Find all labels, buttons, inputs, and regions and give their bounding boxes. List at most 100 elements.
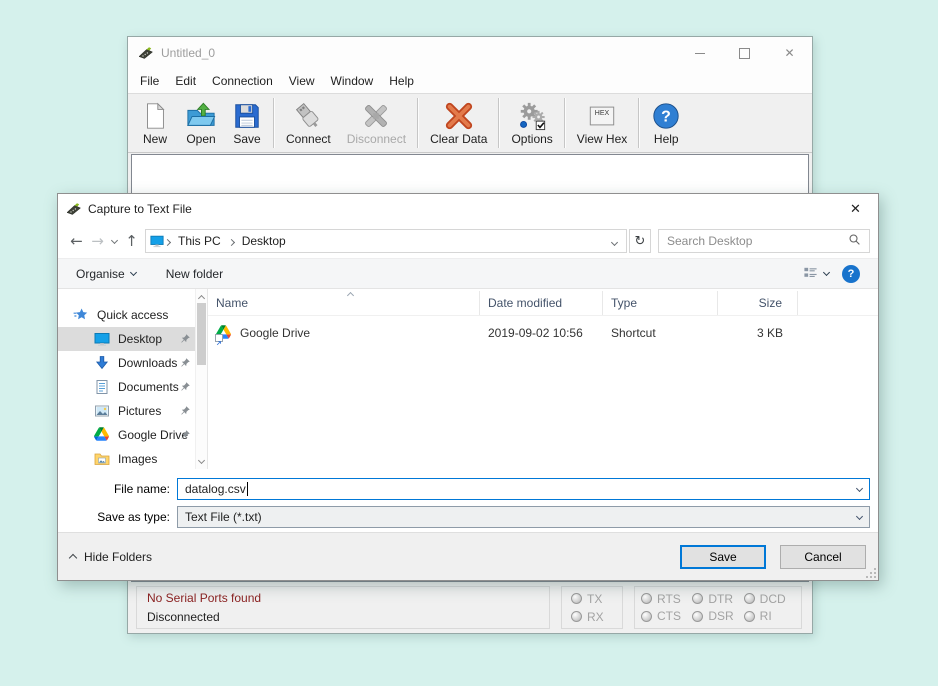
toolbar-separator (498, 98, 500, 148)
images-folder-icon (94, 451, 110, 467)
cts-indicator: CTS (641, 609, 692, 623)
button-label: Help (654, 132, 679, 146)
txrx-indicator-box: TX RX (561, 586, 623, 629)
file-row-google-drive[interactable]: Google Drive 2019-09-02 10:56 Shortcut 3… (208, 321, 878, 345)
open-button[interactable]: Open (178, 95, 224, 151)
button-label: View Hex (577, 132, 627, 146)
save-button[interactable]: Save (224, 95, 270, 151)
sidebar-item-images[interactable]: Images (58, 447, 195, 471)
breadcrumb-desktop[interactable]: Desktop (235, 230, 293, 252)
chevron-down-icon[interactable] (856, 484, 863, 491)
search-icon (848, 233, 861, 249)
save-as-type-value: Text File (*.txt) (185, 510, 262, 524)
menu-help[interactable]: Help (381, 69, 422, 93)
dialog-help-button[interactable]: ? (842, 265, 860, 283)
scrollbar-thumb[interactable] (197, 303, 206, 365)
recent-locations-dropdown[interactable] (108, 240, 121, 243)
sidebar-item-downloads[interactable]: Downloads (58, 351, 195, 375)
resize-grip[interactable] (866, 568, 876, 578)
save-as-type-select[interactable]: Text File (*.txt) (177, 506, 870, 528)
chevron-down-icon[interactable] (856, 512, 863, 519)
menu-view[interactable]: View (281, 69, 323, 93)
command-bar: Organise New folder ? (58, 258, 878, 289)
column-date-modified[interactable]: Date modified (480, 291, 603, 315)
minimize-button[interactable] (677, 37, 722, 69)
cancel-button[interactable]: Cancel (780, 545, 866, 569)
navigation-pane: Quick access Desktop Downloads (58, 289, 207, 469)
sidebar-item-google-drive[interactable]: Google Drive (58, 423, 195, 447)
svg-text:HEX: HEX (595, 110, 610, 117)
app-icon (66, 201, 82, 217)
disconnect-button[interactable]: Disconnect (339, 95, 414, 151)
chevron-down-icon (823, 269, 830, 276)
titlebar[interactable]: Untitled_0 ✕ (128, 37, 812, 69)
button-label: Clear Data (430, 132, 487, 146)
button-label: Disconnect (347, 132, 406, 146)
scroll-down-icon[interactable] (198, 457, 205, 464)
address-dropdown-icon[interactable] (612, 234, 617, 248)
file-list: Name Date modified Type Size Google Driv… (207, 289, 878, 469)
search-input[interactable]: Search Desktop (658, 229, 870, 253)
connect-button[interactable]: Connect (278, 95, 339, 151)
menu-window[interactable]: Window (323, 69, 382, 93)
forward-button[interactable]: → (87, 229, 108, 253)
dcd-led-icon (744, 593, 755, 604)
dsr-led-icon (692, 611, 703, 622)
column-type[interactable]: Type (603, 291, 718, 315)
clear-data-button[interactable]: Clear Data (422, 95, 495, 151)
view-hex-button[interactable]: HEX View Hex (569, 95, 635, 151)
sidebar-item-quick-access[interactable]: Quick access (58, 303, 195, 327)
up-button[interactable]: ↑ (121, 229, 142, 253)
close-button[interactable]: ✕ (767, 37, 812, 69)
scroll-up-icon[interactable] (198, 295, 205, 302)
file-name-input[interactable]: datalog.csv (177, 478, 870, 500)
desktop-location-icon (150, 234, 164, 248)
button-label: Options (511, 132, 552, 146)
dialog-close-button[interactable]: ✕ (833, 194, 878, 224)
new-button[interactable]: New (132, 95, 178, 151)
help-icon: ? (651, 101, 681, 131)
refresh-button[interactable]: ↻ (629, 229, 651, 253)
dialog-footer: Hide Folders Save Cancel (58, 532, 878, 580)
pin-icon (180, 429, 191, 440)
navigation-bar: ← → ↑ This PC Desktop ↻ Search Desktop (58, 224, 878, 258)
documents-icon (94, 379, 110, 395)
ri-indicator: RI (744, 609, 795, 623)
sidebar-item-desktop[interactable]: Desktop (58, 327, 195, 351)
help-button[interactable]: ? Help (643, 95, 689, 151)
menu-file[interactable]: File (132, 69, 167, 93)
maximize-button[interactable] (722, 37, 767, 69)
file-date: 2019-09-02 10:56 (480, 326, 603, 340)
dialog-title: Capture to Text File (88, 202, 833, 216)
pin-icon (180, 333, 191, 344)
sidebar-scrollbar[interactable] (195, 289, 207, 469)
disconnect-icon (361, 101, 391, 131)
menu-connection[interactable]: Connection (204, 69, 281, 93)
file-browser: Quick access Desktop Downloads (58, 289, 878, 469)
menu-edit[interactable]: Edit (167, 69, 204, 93)
sidebar-item-pictures[interactable]: Pictures (58, 399, 195, 423)
button-label: Save (233, 132, 260, 146)
desktop-icon (94, 331, 110, 347)
organise-menu-button[interactable]: Organise (76, 267, 136, 281)
view-mode-button[interactable] (803, 265, 829, 283)
open-folder-icon (186, 101, 216, 131)
hide-folders-button[interactable]: Hide Folders (70, 550, 152, 564)
column-size[interactable]: Size (718, 291, 798, 315)
options-button[interactable]: Options (503, 95, 560, 151)
breadcrumb-this-pc[interactable]: This PC (171, 230, 228, 252)
back-button[interactable]: ← (66, 229, 87, 253)
tx-indicator: TX (571, 592, 622, 606)
new-folder-button[interactable]: New folder (166, 267, 223, 281)
save-as-type-row: Save as type: Text File (*.txt) (58, 506, 878, 528)
save-file-dialog: Capture to Text File ✕ ← → ↑ This PC Des… (57, 193, 879, 581)
dialog-titlebar[interactable]: Capture to Text File ✕ (58, 194, 878, 224)
status-line-ports: No Serial Ports found (147, 589, 539, 608)
google-drive-shortcut-icon (216, 325, 232, 341)
sidebar-item-documents[interactable]: Documents (58, 375, 195, 399)
tx-led-icon (571, 593, 582, 604)
address-bar[interactable]: This PC Desktop (145, 229, 627, 253)
toolbar-separator (273, 98, 275, 148)
save-button[interactable]: Save (680, 545, 766, 569)
column-name[interactable]: Name (208, 291, 480, 315)
